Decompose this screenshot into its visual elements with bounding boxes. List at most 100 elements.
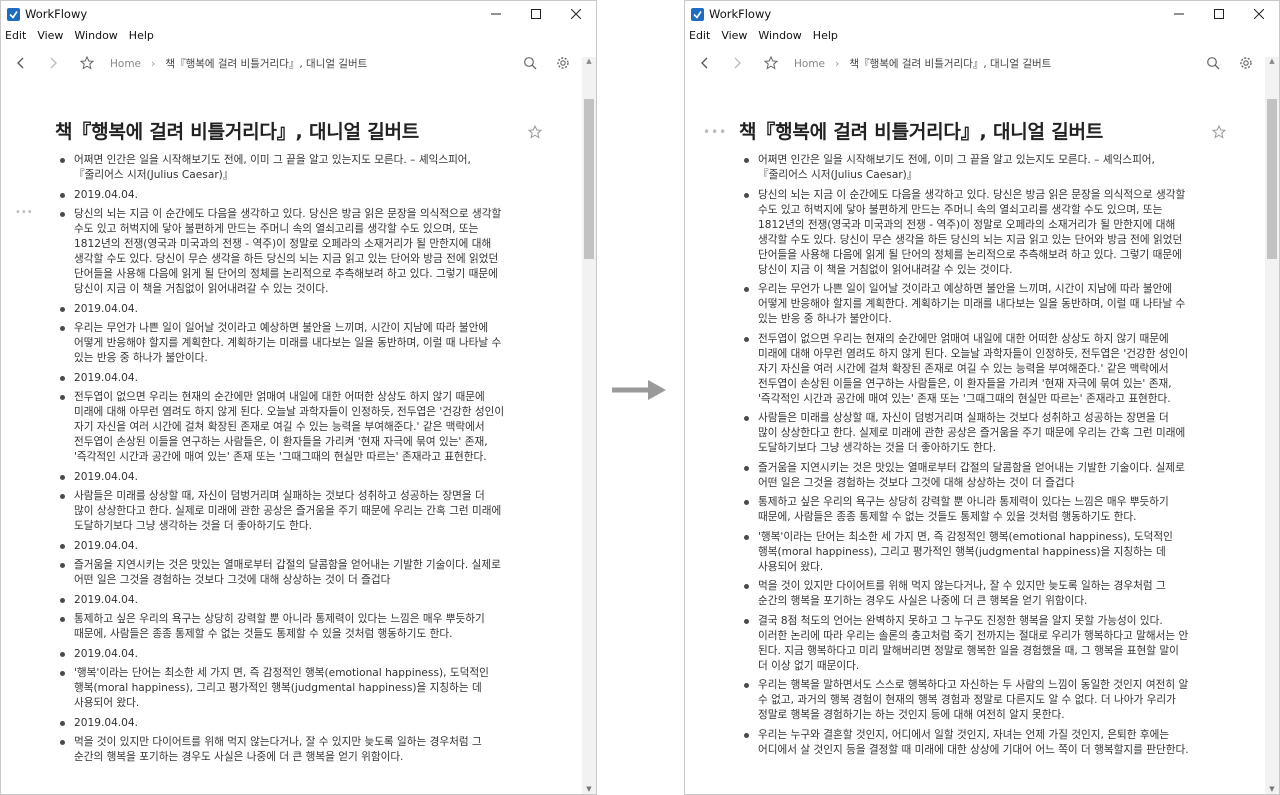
- list-item[interactable]: 즐거움을 지연시키는 것은 맛있는 열매로부터 갑절의 달콤함을 얻어내는 기발…: [57, 558, 505, 588]
- maximize-icon: [531, 9, 541, 19]
- page-title[interactable]: 책『행복에 걸려 비틀거리다』, 대니얼 길버트: [55, 117, 419, 144]
- forward-button[interactable]: [44, 54, 62, 72]
- arrow-right-icon: [612, 380, 666, 400]
- forward-button[interactable]: [728, 54, 746, 72]
- breadcrumb-chevron-icon: ›: [835, 57, 840, 70]
- list-item[interactable]: 2019.04.04.: [57, 302, 505, 317]
- minimize-button[interactable]: [476, 1, 516, 27]
- close-button[interactable]: [556, 1, 596, 27]
- star-icon: [764, 56, 778, 70]
- search-button[interactable]: [1204, 54, 1222, 72]
- list-item[interactable]: 결국 8점 척도의 언어는 완벽하지 못하고 그 누구도 진정한 행복을 알지 …: [741, 614, 1189, 674]
- menu-edit[interactable]: Edit: [689, 29, 710, 42]
- list-item[interactable]: 2019.04.04.: [57, 593, 505, 608]
- breadcrumb-home[interactable]: Home: [110, 58, 141, 70]
- menu-view[interactable]: View: [37, 29, 63, 42]
- list-item[interactable]: 먹을 것이 있지만 다이어트를 위해 먹지 않는다거나, 잘 수 있지만 늦도록…: [741, 579, 1189, 609]
- workflowy-app-icon: [7, 7, 20, 21]
- star-button[interactable]: [762, 54, 780, 72]
- menu-edit[interactable]: Edit: [5, 29, 26, 42]
- list-item[interactable]: 우리는 누구와 결혼할 것인지, 어디에서 일할 것인지, 자녀는 언제 가질 …: [741, 728, 1189, 758]
- list-item[interactable]: 당신의 뇌는 지금 이 순간에도 다음을 생각하고 있다. 당신은 방금 읽은 …: [57, 207, 505, 297]
- list-item[interactable]: 즐거움을 지연시키는 것은 맛있는 열매로부터 갑절의 달콤함을 얻어내는 기발…: [741, 461, 1189, 491]
- list-item[interactable]: 통제하고 싶은 우리의 욕구는 상당히 강력할 뿐 아니라 통제력이 있다는 느…: [57, 612, 505, 642]
- window-title: WorkFlowy: [25, 7, 88, 21]
- menu-window[interactable]: Window: [74, 29, 117, 42]
- workflowy-window-before: WorkFlowy Edit View Window Help Home › 책…: [0, 0, 597, 795]
- list-item[interactable]: 통제하고 싶은 우리의 욕구는 상당히 강력할 뿐 아니라 통제력이 있다는 느…: [741, 495, 1189, 525]
- breadcrumb: Home › 책『행복에 걸려 비틀거리다』, 대니얼 길버트: [794, 56, 1051, 71]
- chevron-right-icon: [734, 57, 741, 69]
- list-item[interactable]: '행복'이라는 단어는 최소한 세 가지 면, 즉 감정적인 행복(emotio…: [741, 530, 1189, 575]
- page-title[interactable]: 책『행복에 걸려 비틀거리다』, 대니얼 길버트: [739, 117, 1103, 144]
- list-item[interactable]: 2019.04.04.: [57, 188, 505, 203]
- list-item[interactable]: 우리는 무언가 나쁜 일이 일어날 것이라고 예상하면 불안을 느끼며, 시간이…: [57, 321, 505, 366]
- breadcrumb-chevron-icon: ›: [151, 57, 156, 70]
- list-item[interactable]: 어쩌면 인간은 일을 시작해보기도 전에, 이미 그 끝을 알고 있는지도 모른…: [57, 153, 505, 183]
- minimize-button[interactable]: [1159, 1, 1199, 27]
- list-item[interactable]: 어쩌면 인간은 일을 시작해보기도 전에, 이미 그 끝을 알고 있는지도 모른…: [741, 153, 1189, 183]
- menu-view[interactable]: View: [721, 29, 747, 42]
- settings-button[interactable]: [554, 54, 572, 72]
- menu-bar: Edit View Window Help: [685, 27, 1279, 43]
- vertical-scrollbar[interactable]: ▲ ▼: [1265, 57, 1279, 794]
- scroll-up-arrow-icon[interactable]: ▲: [1265, 57, 1279, 65]
- list-item[interactable]: 2019.04.04.: [57, 647, 505, 662]
- breadcrumb-current: 책『행복에 걸려 비틀거리다』, 대니얼 길버트: [165, 58, 368, 70]
- star-icon: [80, 56, 94, 70]
- list-item[interactable]: 사람들은 미래를 상상할 때, 자신이 덤벙거리며 실패하는 것보다 성취하고 …: [57, 489, 505, 534]
- menu-window[interactable]: Window: [758, 29, 801, 42]
- workflowy-window-after: WorkFlowy Edit View Window Help Home › 책…: [684, 0, 1280, 795]
- maximize-button[interactable]: [1199, 1, 1239, 27]
- list-item[interactable]: 2019.04.04.: [57, 716, 505, 731]
- list-item[interactable]: 2019.04.04.: [57, 371, 505, 386]
- chevron-left-icon: [17, 57, 24, 69]
- menu-help[interactable]: Help: [813, 29, 838, 42]
- list-item[interactable]: 전두엽이 없으면 우리는 현재의 순간에만 얽매여 내일에 대한 어떠한 상상도…: [57, 390, 505, 465]
- list-item[interactable]: '행복'이라는 단어는 최소한 세 가지 면, 즉 감정적인 행복(emotio…: [57, 666, 505, 711]
- screenshot-stage: WorkFlowy Edit View Window Help Home › 책…: [0, 0, 1280, 795]
- list-item[interactable]: 2019.04.04.: [57, 470, 505, 485]
- list-item[interactable]: 당신의 뇌는 지금 이 순간에도 다음을 생각하고 있다. 당신은 방금 읽은 …: [741, 188, 1189, 278]
- vertical-scrollbar[interactable]: ▲ ▼: [582, 57, 596, 794]
- title-bar[interactable]: WorkFlowy: [685, 1, 1279, 27]
- search-icon: [1207, 57, 1220, 70]
- scroll-down-arrow-icon[interactable]: ▼: [1265, 784, 1279, 794]
- list-item[interactable]: 2019.04.04.: [57, 539, 505, 554]
- title-handle-icon[interactable]: •••: [703, 125, 727, 139]
- scrollbar-thumb[interactable]: [584, 98, 594, 259]
- list-item[interactable]: 전두엽이 없으면 우리는 현재의 순간에만 얽매여 내일에 대한 어떠한 상상도…: [741, 332, 1189, 407]
- menu-help[interactable]: Help: [129, 29, 154, 42]
- menu-bar: Edit View Window Help: [1, 27, 596, 43]
- list-item[interactable]: 우리는 행복을 말하면서도 스스로 행복하다고 자신하는 두 사람의 느낌이 동…: [741, 678, 1189, 723]
- back-button[interactable]: [696, 54, 714, 72]
- title-bar[interactable]: WorkFlowy: [1, 1, 596, 27]
- item-handle-icon[interactable]: •••: [15, 207, 33, 218]
- star-button[interactable]: [78, 54, 96, 72]
- close-icon: [571, 9, 581, 19]
- title-star-icon[interactable]: [1212, 125, 1226, 139]
- list-item[interactable]: 우리는 무언가 나쁜 일이 일어날 것이라고 예상하면 불안을 느끼며, 시간이…: [741, 282, 1189, 327]
- document-content: ••• 책『행복에 걸려 비틀거리다』, 대니얼 길버트 어쩌면 인간은 일을 …: [685, 111, 1263, 794]
- toolbar: Home › 책『행복에 걸려 비틀거리다』, 대니얼 길버트: [1, 49, 596, 77]
- breadcrumb-home[interactable]: Home: [794, 58, 825, 70]
- scrollbar-thumb[interactable]: [1267, 98, 1277, 259]
- title-star-icon[interactable]: [528, 125, 542, 139]
- maximize-button[interactable]: [516, 1, 556, 27]
- breadcrumb: Home › 책『행복에 걸려 비틀거리다』, 대니얼 길버트: [110, 56, 367, 71]
- settings-button[interactable]: [1237, 54, 1255, 72]
- list-item[interactable]: 먹을 것이 있지만 다이어트를 위해 먹지 않는다거나, 잘 수 있지만 늦도록…: [57, 735, 505, 765]
- scroll-down-arrow-icon[interactable]: ▼: [582, 784, 596, 794]
- close-button[interactable]: [1239, 1, 1279, 27]
- back-button[interactable]: [12, 54, 30, 72]
- window-title: WorkFlowy: [709, 7, 772, 21]
- minimize-icon: [1174, 13, 1184, 15]
- bullet-list: 어쩌면 인간은 일을 시작해보기도 전에, 이미 그 끝을 알고 있는지도 모른…: [57, 153, 505, 770]
- maximize-icon: [1214, 9, 1224, 19]
- search-button[interactable]: [521, 54, 539, 72]
- gear-icon: [557, 57, 569, 69]
- workflowy-app-icon: [691, 7, 704, 21]
- scroll-up-arrow-icon[interactable]: ▲: [582, 57, 596, 65]
- toolbar: Home › 책『행복에 걸려 비틀거리다』, 대니얼 길버트: [685, 49, 1279, 77]
- list-item[interactable]: 사람들은 미래를 상상할 때, 자신이 덤벙거리며 실패하는 것보다 성취하고 …: [741, 411, 1189, 456]
